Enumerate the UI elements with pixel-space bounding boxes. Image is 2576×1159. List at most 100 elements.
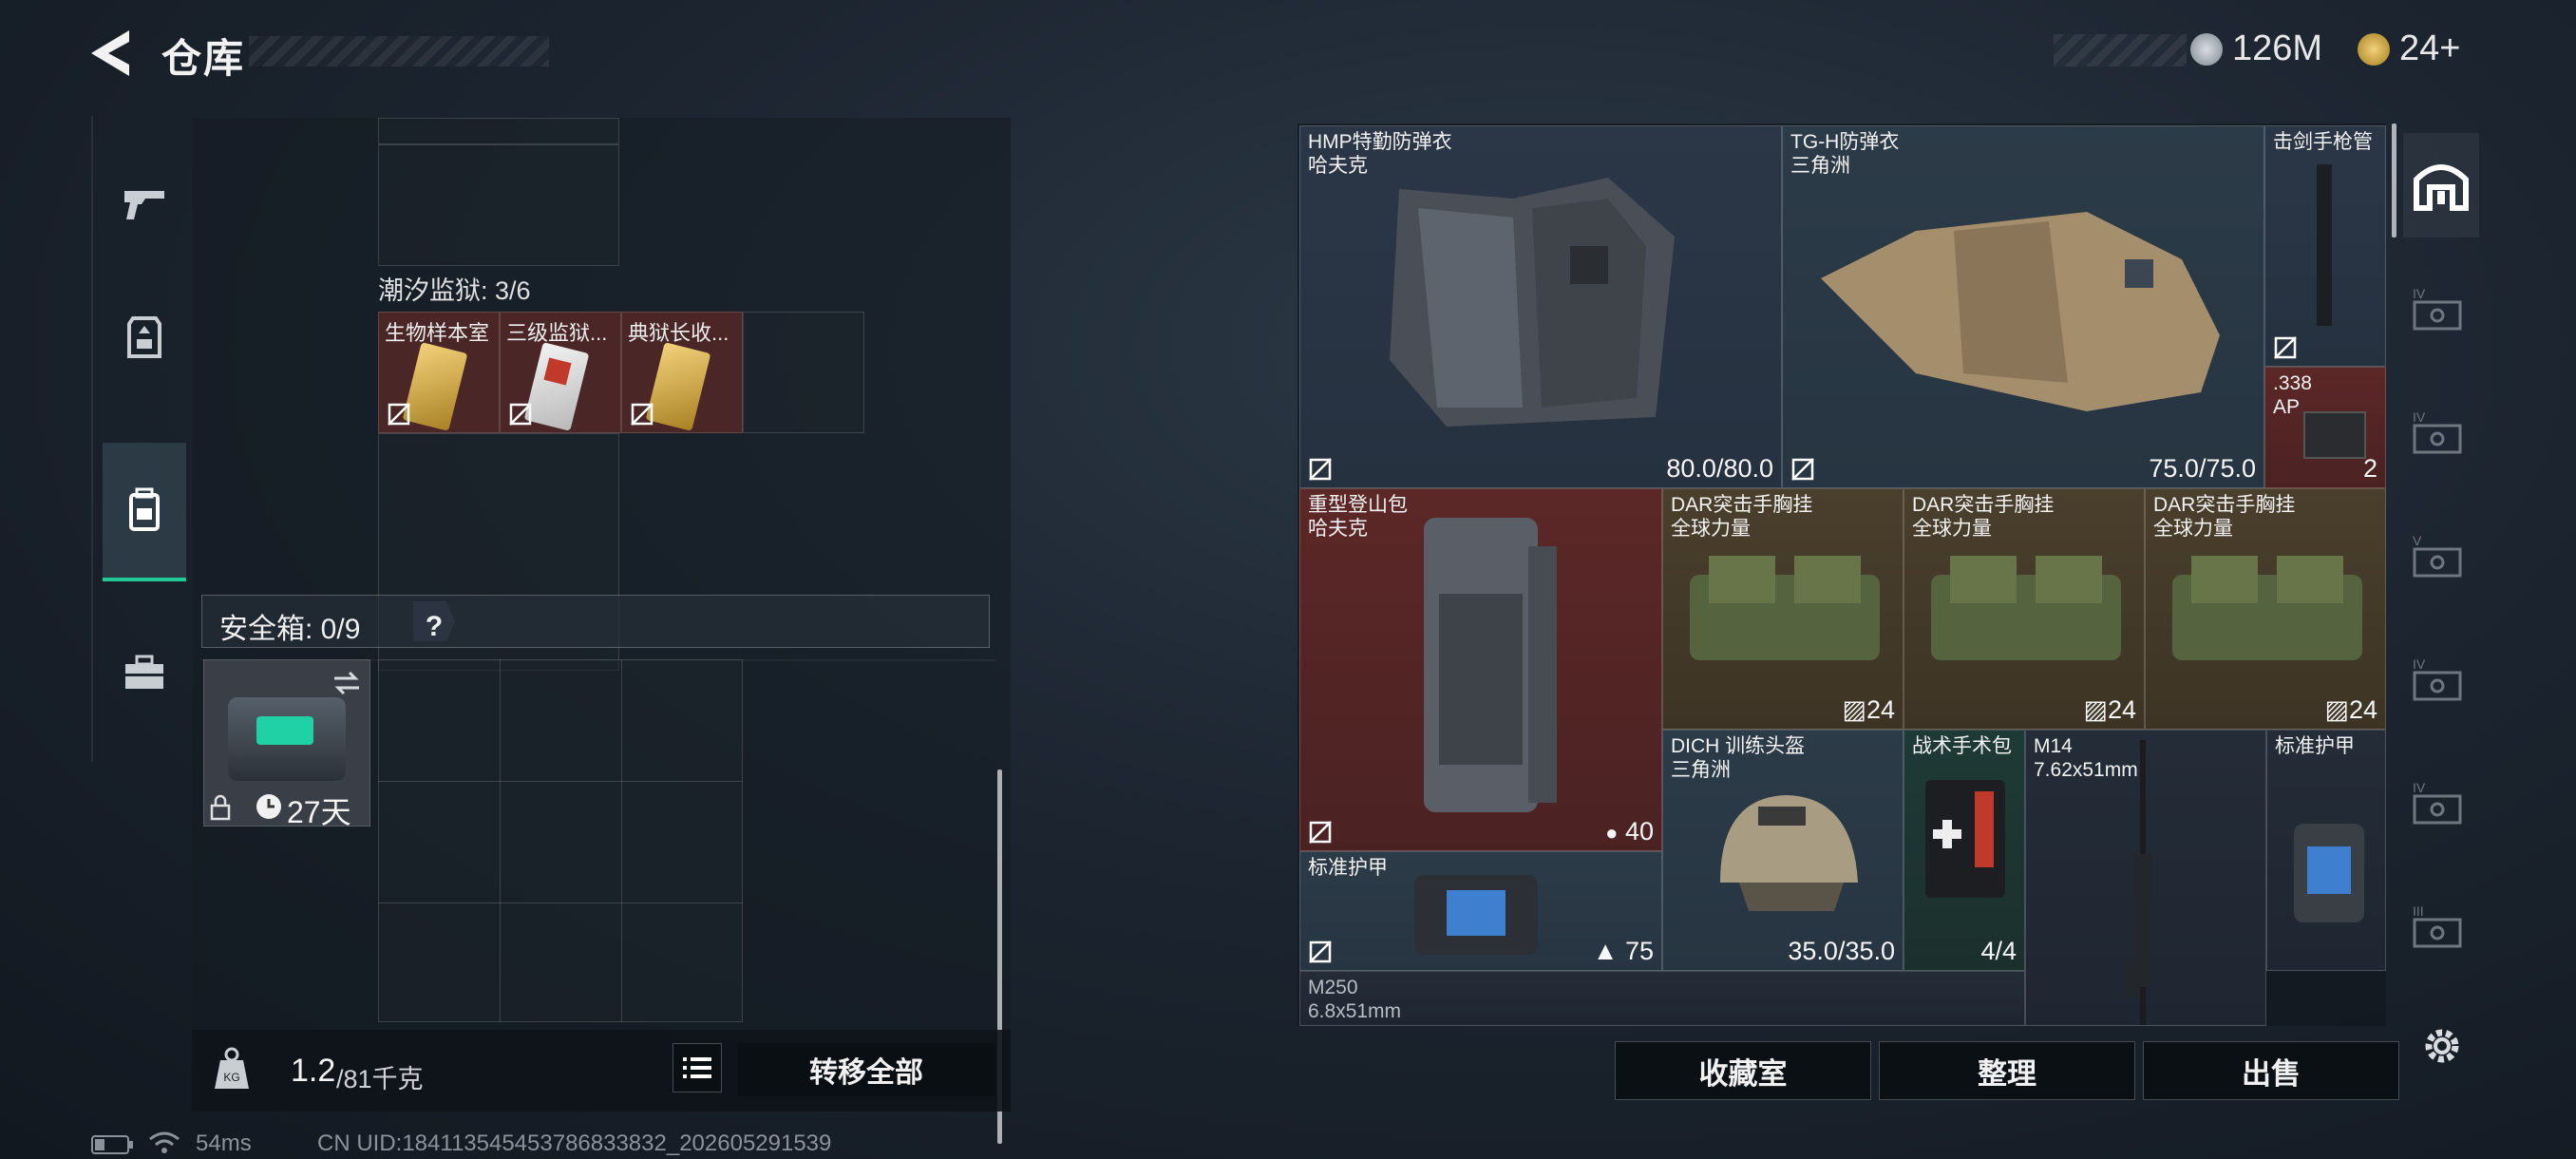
ammo-box-image [2303, 411, 2366, 459]
rail-item-toolbox[interactable] [103, 621, 186, 726]
rail-item-armor[interactable] [103, 285, 186, 390]
lock-icon [210, 794, 231, 821]
safe-box-header: 安全箱: 0/9 ? [201, 595, 990, 648]
armor-level: ▲ 75 [1592, 937, 1654, 965]
item-dar-rig-1[interactable]: DAR突击手胸挂 全球力量 ▨24 [1662, 488, 1904, 730]
page-title: 仓库 [161, 36, 246, 81]
item-medkit[interactable]: 战术手术包 4/4 [1904, 730, 2025, 971]
item-m14[interactable]: M14 7.62x51mm [2025, 730, 2266, 1026]
safe-box-timer: 27天 [287, 795, 351, 829]
keycard-bio-lab[interactable]: 生物样本室 [378, 312, 500, 433]
weight-max: /81千克 [336, 1065, 424, 1093]
chevron-left-icon [91, 30, 129, 76]
container-iii-icon: III [2413, 903, 2462, 948]
rig-icon: ▨ [2324, 695, 2349, 724]
item-name: 战术手术包 [1912, 735, 2012, 757]
stash-slot[interactable] [743, 312, 864, 433]
container-iv-icon: IV [2413, 780, 2462, 825]
ping-value: 54ms [196, 1130, 252, 1156]
item-name: TG-H防弹衣 三角洲 [1790, 131, 1900, 177]
no-trade-icon [1791, 458, 1814, 481]
keycard-warden[interactable]: 典狱长收... [621, 312, 743, 433]
rail-item-home[interactable] [2403, 133, 2479, 238]
toolbox-icon [125, 655, 163, 689]
item-name: DAR突击手胸挂 全球力量 [2153, 494, 2296, 540]
keycard-prison-3[interactable]: 三级监狱... [500, 312, 621, 433]
capacity: ▨24 [2083, 695, 2136, 724]
plate-image [2294, 824, 2364, 922]
backpack-image [1424, 518, 1557, 812]
clock-icon [256, 794, 281, 819]
user-uid: CN UID:18411354545378683383​2_2026052915… [317, 1130, 832, 1156]
rail-item-container-1[interactable]: IV [2403, 256, 2479, 361]
back-button[interactable] [87, 28, 133, 78]
container-iv-icon: IV [2413, 409, 2462, 454]
keycard-image [402, 342, 468, 431]
swap-icon[interactable] [331, 669, 363, 697]
stash-slot-row[interactable] [378, 118, 619, 144]
capacity-icon: ● [1605, 821, 1619, 845]
vest-image [1821, 212, 2220, 411]
collection-button[interactable]: 收藏室 [1615, 1041, 1871, 1100]
item-dar-rig-2[interactable]: DAR突击手胸挂 全球力量 ▨24 [1904, 488, 2145, 730]
armor-icon [127, 316, 161, 358]
help-button[interactable]: ? [413, 601, 455, 641]
item-name: M250 6.8x51mm [1308, 977, 1402, 1022]
item-plate-1[interactable]: 标准护甲 [2266, 730, 2386, 971]
rail-item-backpack[interactable] [103, 443, 186, 581]
list-icon [683, 1057, 711, 1078]
capacity: ▨24 [1842, 695, 1895, 724]
item-barrel[interactable]: 击剑手枪管 [2264, 125, 2386, 367]
sell-button[interactable]: 出售 [2143, 1041, 2399, 1100]
stash-slot[interactable] [378, 144, 619, 266]
gold-coin-icon [2358, 32, 2390, 66]
keycard-label: 典狱长收... [628, 321, 729, 345]
organize-button[interactable]: 整理 [1879, 1041, 2135, 1100]
weight-current: 1.2 [291, 1053, 336, 1089]
item-m250[interactable]: M250 6.8x51mm [1299, 971, 2025, 1026]
grid-line [378, 902, 743, 903]
item-helmet[interactable]: DICH 训练头盔 三角洲 35.0/35.0 [1662, 730, 1904, 971]
inventory-scrollbar[interactable] [2392, 124, 2396, 238]
durability: 80.0/80.0 [1666, 454, 1773, 483]
gun-icon [124, 191, 164, 219]
rail-item-weapons[interactable] [103, 152, 186, 256]
vest-image [1390, 178, 1675, 427]
inventory-panel[interactable]: HMP特勤防弹衣 哈夫克 80.0/80.0 TG-H防弹衣 三角洲 75.0/75… [1297, 124, 2396, 1026]
rail-item-container-2[interactable]: IV [2403, 380, 2479, 484]
durability: 75.0/75.0 [2149, 454, 2256, 483]
item-name: 标准护甲 [2275, 735, 2355, 757]
container-v-icon: V [2413, 533, 2462, 578]
transfer-all-button[interactable]: 转移全部 [737, 1043, 995, 1096]
svg-text:V: V [2413, 533, 2422, 548]
no-trade-icon [509, 403, 532, 426]
keycard-label: 生物样本室 [385, 321, 490, 345]
rail-item-container-5[interactable]: IV [2403, 750, 2479, 855]
rail-item-container-3[interactable]: V [2403, 504, 2479, 608]
container-rail: IV IV V IV IV III [2397, 133, 2485, 1026]
keycard-image [645, 342, 711, 431]
home-icon [2414, 164, 2469, 211]
item-dar-rig-3[interactable]: DAR突击手胸挂 全球力量 ▨24 [2145, 488, 2386, 730]
weight-icon: KG [215, 1047, 249, 1089]
item-ammo-338[interactable]: .338 AP 2 [2264, 367, 2386, 488]
rail-item-container-6[interactable]: III [2403, 874, 2479, 978]
safe-box-item[interactable]: 27天 [203, 659, 370, 829]
safe-box-screen [256, 716, 313, 745]
item-plate-2[interactable]: 标准护甲 ▲ 75 [1299, 851, 1662, 971]
currency-decoration [2054, 34, 2187, 66]
item-mountain-pack[interactable]: 重型登山包 哈夫克 ● 40 [1299, 488, 1662, 851]
currency-secondary[interactable]: 24+ [2358, 28, 2460, 69]
shield-icon: ▲ [1592, 937, 1619, 965]
helmet-image [1720, 795, 1858, 911]
item-tgh-vest[interactable]: TG-H防弹衣 三角洲 75.0/75.0 [1782, 125, 2264, 488]
safe-box-grid[interactable] [378, 659, 743, 1022]
settings-button[interactable] [2418, 1022, 2466, 1070]
stash-panel[interactable]: 潮汐监狱: 3/6 生物样本室 三级监狱... 典狱长收... 27天 [192, 118, 1011, 1144]
no-trade-icon [1309, 821, 1332, 844]
item-hmp-vest[interactable]: HMP特勤防弹衣 哈夫克 80.0/80.0 [1299, 125, 1782, 488]
item-name: 标准护甲 [1308, 857, 1388, 879]
rail-item-container-4[interactable]: IV [2403, 627, 2479, 732]
grid-line [378, 781, 743, 782]
list-view-button[interactable] [672, 1043, 722, 1092]
